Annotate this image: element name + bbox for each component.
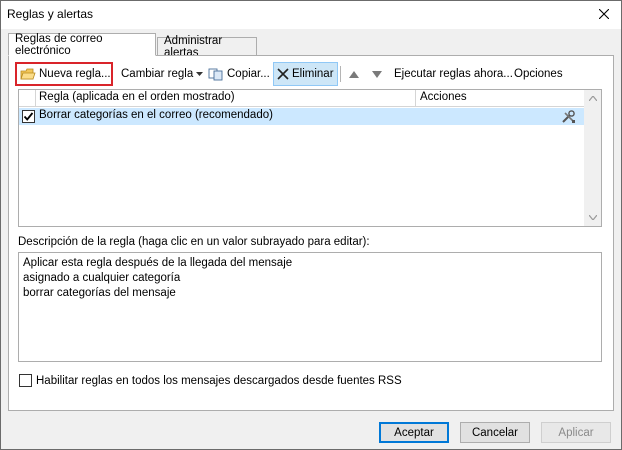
description-line: asignado a cualquier categoría xyxy=(23,272,181,284)
column-header-actions[interactable]: Acciones xyxy=(420,91,467,103)
column-divider xyxy=(415,90,416,107)
scroll-up-icon xyxy=(588,96,597,101)
rule-actions-tools-icon[interactable] xyxy=(561,109,577,127)
delete-rule-label: Eliminar xyxy=(292,68,334,80)
rule-name: Borrar categorías en el correo (recomend… xyxy=(39,109,273,121)
run-rules-button[interactable]: Ejecutar reglas ahora... xyxy=(391,62,516,86)
new-rule-button[interactable]: Nueva regla... xyxy=(15,62,113,86)
arrow-down-icon xyxy=(372,70,382,78)
checkmark-icon xyxy=(23,112,34,125)
run-rules-label: Ejecutar reglas ahora... xyxy=(394,68,513,80)
column-divider xyxy=(35,90,36,107)
ok-button[interactable]: Aceptar xyxy=(379,422,449,443)
arrow-up-icon xyxy=(349,70,359,78)
move-up-button[interactable] xyxy=(346,62,362,86)
tab-manage-alerts[interactable]: Administrar alertas xyxy=(157,35,257,59)
rules-list[interactable]: Regla (aplicada en el orden mostrado) Ac… xyxy=(18,89,602,227)
change-rule-button[interactable]: Cambiar regla xyxy=(118,62,206,86)
change-rule-label: Cambiar regla xyxy=(121,68,194,80)
title-bar: Reglas y alertas xyxy=(1,1,621,29)
apply-button[interactable]: Aplicar xyxy=(541,422,611,443)
description-line: borrar categorías del mensaje xyxy=(23,287,176,299)
dropdown-arrow-icon xyxy=(196,72,204,76)
toolbar-separator xyxy=(340,66,341,82)
options-button[interactable]: Opciones xyxy=(511,62,566,86)
rule-description-box[interactable]: Aplicar esta regla después de la llegada… xyxy=(18,252,602,362)
cancel-button[interactable]: Cancelar xyxy=(460,422,530,443)
delete-rule-button[interactable]: Eliminar xyxy=(273,62,338,86)
copy-icon xyxy=(208,67,224,81)
scroll-up-button[interactable] xyxy=(584,90,601,107)
delete-x-icon xyxy=(277,68,289,80)
rule-row[interactable]: Borrar categorías en el correo (recomend… xyxy=(19,108,585,125)
rule-enabled-checkbox[interactable] xyxy=(22,110,35,123)
copy-rule-button[interactable]: Copiar... xyxy=(205,62,273,86)
rss-rules-checkbox[interactable] xyxy=(19,374,32,387)
scroll-down-button[interactable] xyxy=(584,209,601,226)
rules-alerts-dialog: Reglas y alertas Reglas de correo electr… xyxy=(0,0,622,450)
rules-list-scrollbar[interactable] xyxy=(584,90,601,226)
close-button[interactable] xyxy=(587,1,621,29)
description-line: Aplicar esta regla después de la llegada… xyxy=(23,257,293,269)
rules-list-header: Regla (aplicada en el orden mostrado) Ac… xyxy=(19,90,585,107)
close-icon xyxy=(598,8,610,22)
rss-rules-option[interactable]: Habilitar reglas en todos los mensajes d… xyxy=(19,374,402,387)
tab-email-rules[interactable]: Reglas de correo electrónico xyxy=(8,33,156,57)
copy-rule-label: Copiar... xyxy=(227,68,270,80)
rules-toolbar: Nueva regla... Cambiar regla Copiar... E… xyxy=(15,62,609,86)
rule-description-label: Descripción de la regla (haga clic en un… xyxy=(18,236,370,248)
folder-new-icon xyxy=(20,67,36,81)
options-label: Opciones xyxy=(514,68,563,80)
column-header-rule[interactable]: Regla (aplicada en el orden mostrado) xyxy=(39,91,235,103)
rss-rules-label: Habilitar reglas en todos los mensajes d… xyxy=(36,374,402,387)
rules-panel: Nueva regla... Cambiar regla Copiar... E… xyxy=(8,55,614,411)
new-rule-label: Nueva regla... xyxy=(39,68,111,80)
scroll-down-icon xyxy=(588,215,597,220)
window-title: Reglas y alertas xyxy=(7,7,94,21)
move-down-button[interactable] xyxy=(369,62,385,86)
